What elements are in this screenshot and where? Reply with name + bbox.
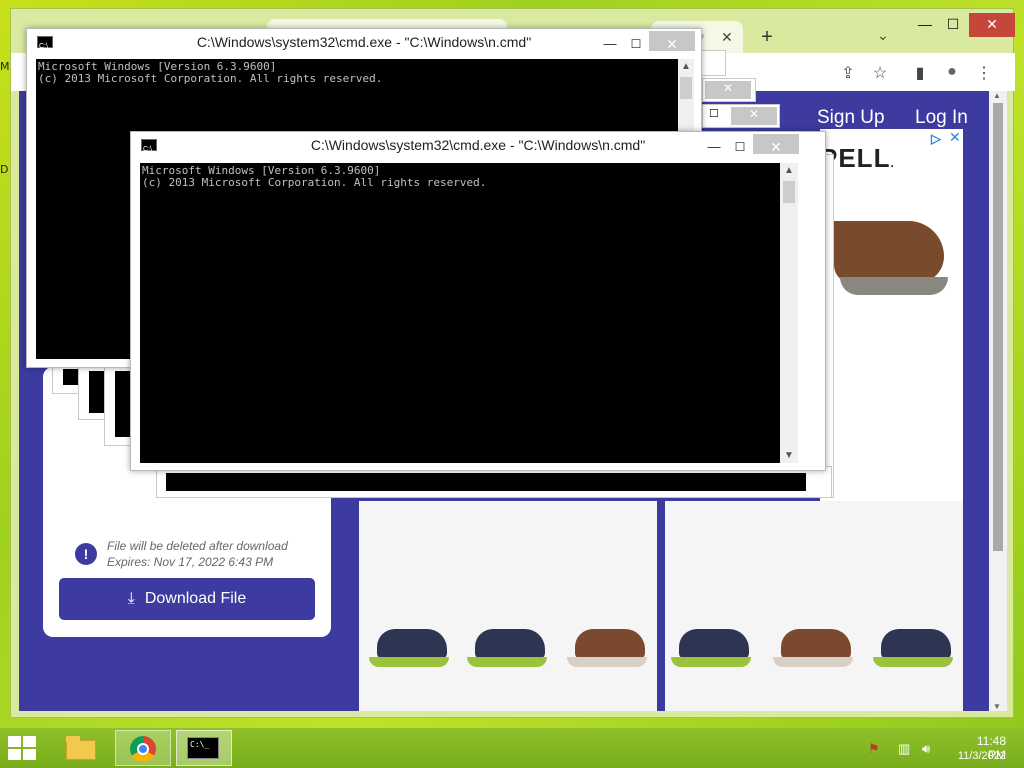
tab-search-chevron-icon[interactable]: ⌄ [877, 27, 889, 44]
desktop-icon-label-m[interactable]: M [0, 60, 10, 73]
sidebar-icon[interactable]: ▮ [909, 63, 931, 83]
windows-start-icon[interactable] [8, 736, 38, 760]
cmd-minimize-button[interactable]: — [597, 31, 623, 51]
star-icon[interactable]: ☆ [869, 63, 891, 83]
clock-date[interactable]: 11/3/2022 [948, 750, 1006, 762]
shoe-image [565, 621, 649, 669]
cmd-scroll-thumb[interactable] [680, 77, 692, 99]
expiry-text: Expires: Nov 17, 2022 6:43 PM [107, 555, 274, 569]
page-scroll-thumb[interactable] [993, 103, 1003, 551]
cmd-minimize-button[interactable]: — [701, 134, 727, 154]
console-output[interactable]: Microsoft Windows [Version 6.3.9600] (c)… [140, 163, 780, 463]
volume-icon[interactable]: 🔊︎ [922, 741, 930, 757]
delete-notice: File will be deleted after download [107, 539, 288, 553]
cmd-title-bar[interactable]: C:\Windows\system32\cmd.exe - "C:\Window… [131, 132, 825, 163]
sign-up-link[interactable]: Sign Up [817, 107, 885, 129]
info-icon: ! [75, 543, 97, 565]
cmd-maximize-button[interactable]: ☐ [623, 31, 649, 51]
cmd-title-bar[interactable]: C:\Windows\system32\cmd.exe - "C:\Window… [27, 29, 701, 60]
adchoices-icon[interactable]: ▷ [931, 131, 941, 147]
cmd-scroll-thumb[interactable] [783, 181, 795, 203]
cmd-window-front[interactable]: C:\Windows\system32\cmd.exe - "C:\Window… [130, 131, 826, 471]
cmd-taskbar-button[interactable]: C:\_ [176, 730, 232, 766]
cmd-title-text: C:\Windows\system32\cmd.exe - "C:\Window… [196, 34, 532, 50]
cmd-scrollbar[interactable]: ▲ ▼ [780, 163, 798, 463]
cmd-maximize-button[interactable]: ☐ [727, 134, 753, 154]
download-button-label: Download File [144, 590, 247, 607]
chrome-taskbar-button[interactable] [115, 730, 171, 766]
cmd-close-button[interactable]: ✕ [753, 134, 799, 155]
ad-shoe-image [830, 215, 948, 305]
cmd-close-button[interactable]: ✕ [649, 31, 695, 52]
shoe-image [669, 621, 753, 669]
browser-maximize-button[interactable]: ☐ [935, 13, 971, 37]
cmd-title-text: C:\Windows\system32\cmd.exe - "C:\Window… [310, 137, 646, 153]
browser-close-button[interactable]: ✕ [969, 13, 1015, 37]
cmd-app-icon [141, 137, 157, 163]
ad-shoe-strip[interactable] [359, 501, 657, 711]
scroll-up-icon[interactable]: ▲ [678, 61, 694, 72]
cmd-icon: C:\_ [187, 737, 219, 759]
network-icon[interactable]: ▥ [898, 741, 910, 757]
scroll-down-icon[interactable]: ▼ [780, 450, 798, 461]
action-center-icon[interactable]: ⚑ [868, 741, 880, 757]
taskbar: C:\_ ⚑ ▥ 🔊︎ 11:48 PM 11/3/2022 [0, 728, 1024, 768]
desktop-icon-label-d[interactable]: D [0, 163, 8, 176]
profile-icon[interactable]: ● [941, 63, 963, 81]
new-tab-button[interactable]: + [755, 25, 779, 49]
cmd-window-fragment[interactable]: ☐ ✕ [702, 104, 780, 128]
shoe-image [367, 621, 451, 669]
scroll-up-icon[interactable]: ▲ [780, 165, 798, 176]
download-file-button[interactable]: ⤓ Download File [59, 578, 315, 620]
page-scrollbar[interactable]: ▲ ▼ [989, 91, 1007, 711]
shoe-image [465, 621, 549, 669]
cmd-window-fragment[interactable]: ✕ [702, 78, 756, 102]
ad-close-icon[interactable]: ✕ [949, 129, 961, 146]
log-in-link[interactable]: Log In [915, 107, 968, 129]
file-explorer-icon[interactable] [62, 732, 102, 764]
ad-shoe-strip[interactable] [665, 501, 963, 711]
download-icon: ⤓ [127, 590, 135, 607]
menu-icon[interactable]: ⋮ [973, 63, 995, 83]
shoe-image [771, 621, 855, 669]
tab-close-icon[interactable]: ✕ [721, 29, 733, 46]
cmd-app-icon [37, 34, 53, 60]
share-icon[interactable]: ⇪ [837, 63, 859, 83]
shoe-image [871, 621, 955, 669]
